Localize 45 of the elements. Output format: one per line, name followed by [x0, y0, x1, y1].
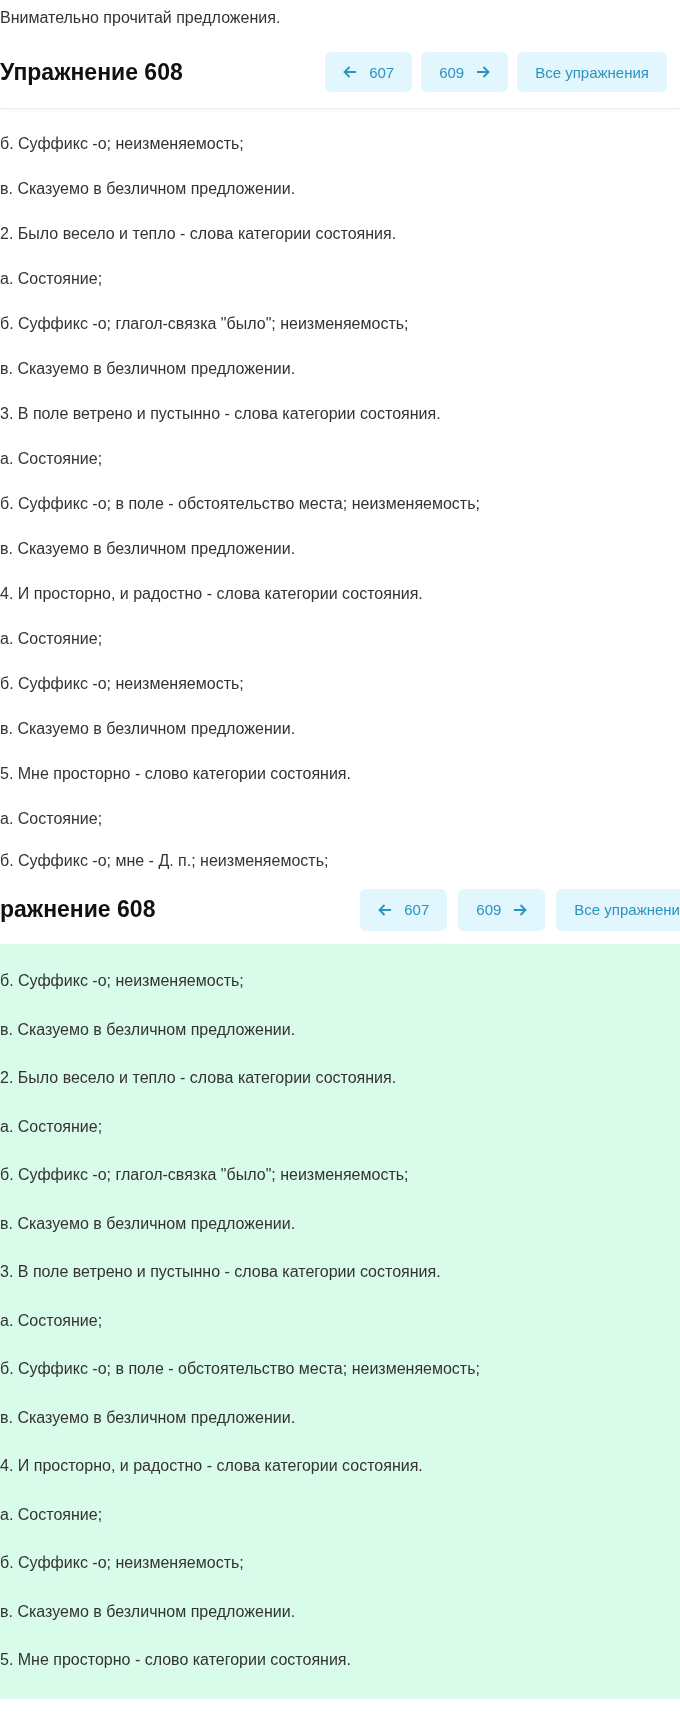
exercise-title: Упражнение 608: [0, 58, 183, 86]
arrow-left-icon: [378, 903, 393, 916]
answer-line: б. Суффикс -о; в поле - обстоятельство места; неизменяемость;: [0, 1359, 481, 1379]
answer-line: б. Суффикс -о; неизменяемость;: [0, 134, 245, 154]
answer-line: 4. И просторно, и радостно - слова категории состояния.: [0, 584, 424, 604]
answer-line: 2. Было весело и тепло - слова категории состояния.: [0, 224, 398, 244]
previous-button[interactable]: 607: [360, 888, 448, 931]
exercise-title: ражнение 608: [0, 896, 156, 923]
answer-line: а. Состояние;: [0, 809, 104, 829]
answer-line: 5. Мне просторно - слово категории состояния.: [0, 1650, 352, 1670]
answer-line: б. Суффикс -о; мне - Д. п.; неизменяемость;: [0, 851, 330, 871]
answer-line: б. Суффикс -о; неизменяемость;: [0, 1553, 245, 1573]
answer-line: 5. Мне просторно - слово категории состояния.: [0, 764, 352, 784]
answer-line: 4. И просторно, и радостно - слова категории состояния.: [0, 1456, 424, 1476]
answer-line: а. Состояние;: [0, 449, 104, 469]
answer-line: б. Суффикс -о; глагол-связка "было"; неизменяемость;: [0, 1165, 410, 1185]
answer-line: б. Суффикс -о; неизменяемость;: [0, 674, 245, 694]
answer-line: в. Сказуемо в безличном предложении.: [0, 1601, 297, 1622]
next-button[interactable]: 609: [458, 888, 546, 931]
previous-button[interactable]: 607: [325, 52, 413, 92]
answer-line: в. Сказуемо в безличном предложении.: [0, 179, 297, 199]
answer-line: 3. В поле ветрено и пустынно - слова категории состояния.: [0, 1262, 442, 1282]
all-exercises-button[interactable]: Все упражнени: [556, 888, 680, 931]
arrow-right-icon: [513, 903, 528, 916]
all-exercises-button[interactable]: Все упражнения: [517, 52, 667, 92]
answer-line: а. Состояние;: [0, 1116, 104, 1137]
answer-line: 3. В поле ветрено и пустынно - слова категории состояния.: [0, 404, 442, 424]
answer-line: а. Состояние;: [0, 1310, 104, 1331]
answer-line: в. Сказуемо в безличном предложении.: [0, 1213, 297, 1234]
answer-line: в. Сказуемо в безличном предложении.: [0, 719, 297, 739]
answer-line: б. Суффикс -о; неизменяемость;: [0, 971, 245, 991]
answer-line: в. Сказуемо в безличном предложении.: [0, 359, 297, 379]
answer-line: в. Сказуемо в безличном предложении.: [0, 1407, 297, 1428]
answer-line: в. Сказуемо в безличном предложении.: [0, 1019, 297, 1040]
arrow-left-icon: [343, 66, 358, 78]
answer-line: в. Сказуемо в безличном предложении.: [0, 539, 297, 559]
instruction-text: Внимательно прочитай предложения.: [0, 8, 282, 28]
answer-line: б. Суффикс -о; глагол-связка "было"; неизменяемость;: [0, 314, 410, 334]
next-button[interactable]: 609: [421, 52, 509, 92]
answer-line: а. Состояние;: [0, 269, 104, 289]
arrow-right-icon: [476, 66, 491, 78]
answer-line: а. Состояние;: [0, 629, 104, 649]
answer-line: б. Суффикс -о; в поле - обстоятельство места; неизменяемость;: [0, 494, 481, 514]
answer-line: а. Состояние;: [0, 1504, 104, 1525]
answer-line: 2. Было весело и тепло - слова категории состояния.: [0, 1068, 398, 1088]
